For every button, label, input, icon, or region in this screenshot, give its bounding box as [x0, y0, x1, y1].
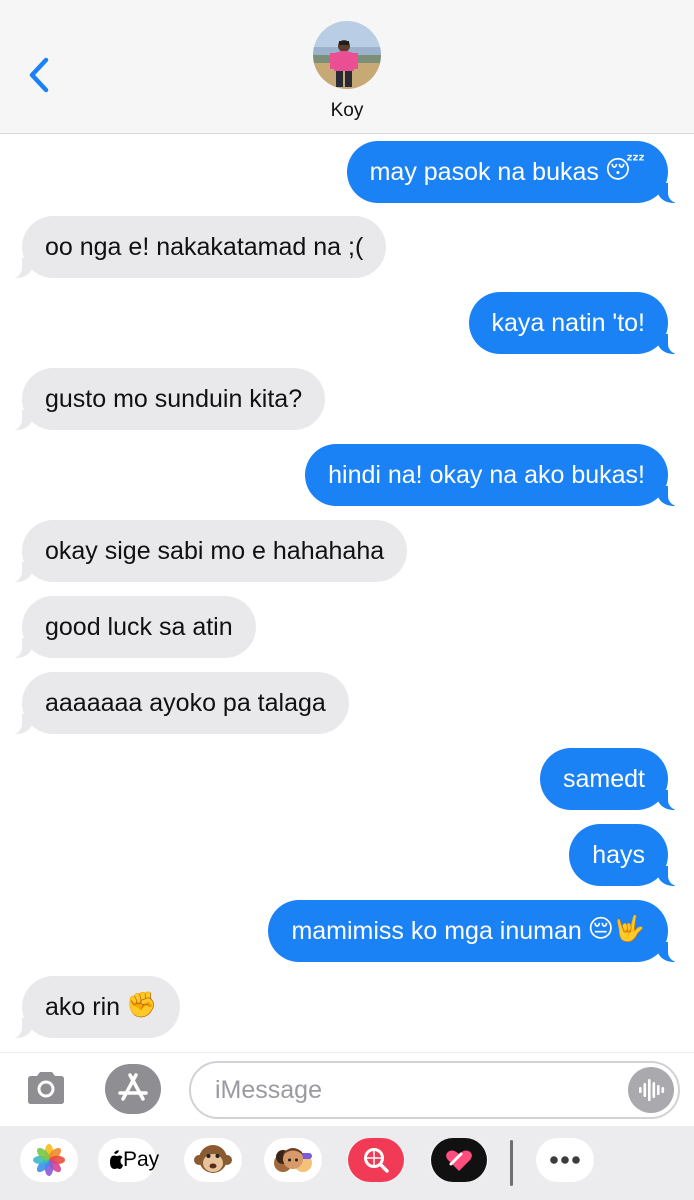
memoji-stickers-icon — [274, 1148, 312, 1172]
message-row: hindi na! okay na ako bukas! — [0, 444, 694, 506]
incoming-message-bubble[interactable]: okay sige sabi mo e hahahaha — [3, 520, 408, 582]
message-text: aaaaaaa ayoko pa talaga — [45, 689, 326, 717]
message-text: ako rin — [45, 993, 121, 1021]
photos-app-button[interactable] — [20, 1138, 78, 1182]
contact-name[interactable]: Koy — [0, 100, 694, 122]
incoming-message-bubble[interactable]: gusto mo sunduin kita? — [3, 368, 326, 430]
message-row: samedt — [0, 748, 694, 810]
outgoing-message-bubble[interactable]: may pasok na bukas 😴 — [346, 141, 687, 203]
message-composer — [0, 1052, 694, 1126]
message-emoji: ✊ — [126, 991, 158, 1020]
message-text: gusto mo sunduin kita? — [45, 385, 303, 413]
message-text: samedt — [563, 765, 645, 793]
message-row: hays — [0, 824, 694, 886]
message-row: oo nga e! nakakatamad na ;( — [0, 216, 694, 278]
image-search-icon — [348, 1138, 404, 1182]
message-text: mamimiss ko mga inuman — [291, 917, 582, 945]
back-button[interactable] — [22, 50, 62, 100]
message-row: may pasok na bukas 😴 — [0, 141, 694, 203]
message-row: gusto mo sunduin kita? — [0, 368, 694, 430]
app-store-icon — [118, 1073, 148, 1101]
message-text: okay sige sabi mo e hahahaha — [45, 537, 385, 565]
message-emoji: 😴 — [604, 156, 645, 185]
camera-button[interactable] — [22, 1064, 70, 1112]
outgoing-message-bubble[interactable]: kaya natin 'to! — [468, 292, 687, 354]
memoji-stickers-button[interactable] — [264, 1138, 322, 1182]
animoji-button[interactable] — [184, 1138, 242, 1182]
incoming-message-bubble[interactable]: ako rin ✊ — [3, 976, 181, 1038]
outgoing-message-bubble[interactable]: mamimiss ko mga inuman 😔🤟 — [268, 900, 686, 962]
app-store-button[interactable] — [105, 1064, 161, 1114]
message-emoji: 😔🤟 — [587, 915, 645, 944]
tray-divider — [510, 1140, 513, 1186]
message-row: kaya natin 'to! — [0, 292, 694, 354]
message-text: hays — [592, 841, 645, 869]
image-search-button[interactable] — [347, 1138, 405, 1182]
message-text: oo nga e! nakakatamad na ;( — [45, 233, 364, 261]
message-text: may pasok na bukas — [369, 158, 599, 186]
message-row: mamimiss ko mga inuman 😔🤟 — [0, 900, 694, 962]
message-thread: may pasok na bukas 😴 oo nga e! nakakatama… — [0, 134, 694, 1052]
outgoing-message-bubble[interactable]: hays — [569, 824, 686, 886]
message-text: kaya natin 'to! — [491, 309, 645, 337]
app-drawer: Pay — [0, 1126, 694, 1200]
animoji-monkey-icon — [194, 1145, 232, 1173]
message-row: aaaaaaa ayoko pa talaga — [0, 672, 694, 734]
imessage-field[interactable] — [189, 1061, 680, 1119]
more-apps-button[interactable] — [536, 1138, 594, 1182]
chevron-left-icon — [29, 57, 49, 93]
digital-touch-icon — [431, 1138, 487, 1182]
message-text: hindi na! okay na ako bukas! — [328, 461, 645, 489]
apple-pay-label: Pay — [123, 1148, 160, 1171]
photos-icon — [33, 1144, 65, 1176]
more-icon — [550, 1156, 580, 1164]
apple-pay-button[interactable]: Pay — [98, 1138, 160, 1182]
message-row: okay sige sabi mo e hahahaha — [0, 520, 694, 582]
audio-waveform-icon — [639, 1079, 665, 1101]
message-row: good luck sa atin — [0, 596, 694, 658]
outgoing-message-bubble[interactable]: hindi na! okay na ako bukas! — [305, 444, 686, 506]
message-text: good luck sa atin — [45, 613, 233, 641]
outgoing-message-bubble[interactable]: samedt — [540, 748, 686, 810]
digital-touch-button[interactable] — [430, 1138, 488, 1182]
incoming-message-bubble[interactable]: aaaaaaa ayoko pa talaga — [4, 672, 349, 734]
message-input[interactable] — [215, 1063, 615, 1117]
incoming-message-bubble[interactable]: good luck sa atin — [4, 596, 256, 658]
message-row: ako rin ✊ — [0, 976, 694, 1038]
camera-icon — [28, 1072, 64, 1104]
audio-message-button[interactable] — [628, 1067, 674, 1113]
conversation-header: Koy — [0, 0, 694, 134]
contact-avatar[interactable] — [313, 21, 381, 89]
incoming-message-bubble[interactable]: oo nga e! nakakatamad na ;( — [3, 216, 387, 278]
